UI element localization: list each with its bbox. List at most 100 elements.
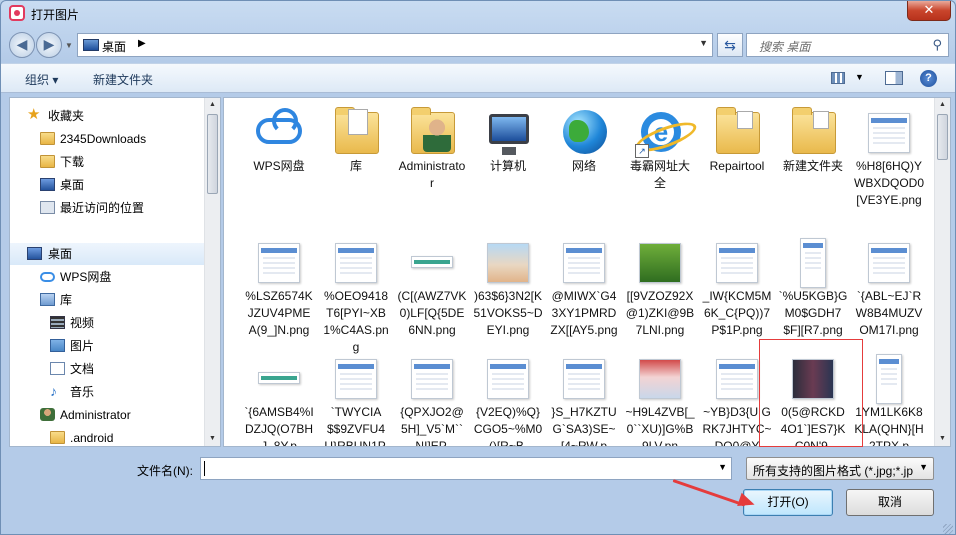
file-item[interactable]: 网络 [549,108,619,175]
image-thumbnail-icon [252,238,306,288]
view-mode-icon[interactable] [831,72,845,84]
file-name: 1YM1LK6K8KLA(QHN}[H2TPX.p [854,405,924,447]
scrollbar-thumb[interactable] [937,114,948,160]
sidebar-item[interactable]: ★ 收藏夹 [10,105,205,127]
view-dropdown-icon[interactable]: ▼ [855,72,864,82]
file-item[interactable]: 计算机 [473,108,543,175]
file-item[interactable]: }S_H7KZTUG`SA3)SE~[4~RW.p [549,354,619,447]
file-item[interactable]: %H8[6HQ)YWBXDQOD0[VE3YE.png [854,108,924,209]
file-list-scrollbar[interactable]: ▲ ▼ [934,98,950,446]
file-item[interactable]: %LSZ6574KJZUV4PMEA(9_]N.png [244,238,314,339]
sidebar-item[interactable]: .android [10,427,205,446]
back-arrow-icon[interactable]: ◀ [9,32,35,58]
open-button[interactable]: 打开(O) [743,489,833,516]
sidebar-item[interactable]: Administrator [10,404,205,426]
filename-dropdown-icon[interactable]: ▼ [718,462,727,472]
sidebar-item[interactable]: 视频 [10,312,205,334]
user-folder-icon [40,408,55,421]
file-item[interactable]: {QPXJO2@5H]_V5`M``NI]EP. [397,354,467,447]
file-item[interactable]: 库 [321,107,391,175]
search-input[interactable]: 搜索 桌面 ⚲ [746,33,949,57]
file-item[interactable]: `{6AMSB4%IDZJQ(O7BHJ_8Y.p [244,354,314,446]
cancel-button[interactable]: 取消 [846,489,934,516]
new-folder-button[interactable]: 新建文件夹 [93,71,153,88]
sidebar-item[interactable]: 库 [10,289,205,311]
file-item[interactable]: `TWYCIA$$9ZVFU4U}RBUN1P. [321,354,391,447]
file-item[interactable]: %OEO9418T6[PYI~XB1%C4AS.png [321,238,391,356]
sidebar-item-label: 视频 [70,316,95,330]
sidebar-item[interactable]: 桌面 [10,243,205,265]
file-name: %LSZ6574KJZUV4PMEA(9_]N.png [245,289,313,337]
recent-pages-dropdown-icon[interactable]: ▼ [65,41,73,50]
image-thumbnail-icon [862,354,916,404]
library-icon [40,293,55,306]
forward-arrow-icon[interactable]: ▶ [36,32,62,58]
file-name: `TWYCIA$$9ZVFU4U}RBUN1P. [324,405,388,447]
file-name: (C[(AWZ7VK0)LF[Q{5DE6NN.png [397,289,467,337]
dialog-footer: 文件名(N): ▼ 所有支持的图片格式 (*.jpg;*.jp ▼ 打开(O) … [1,449,955,534]
file-item[interactable]: Repairtool [702,107,772,175]
desktop-icon [40,178,55,191]
pictures-icon [50,339,65,352]
folder-icon [710,107,764,158]
file-item[interactable]: [[9VZOZ92X@1)ZKI@9B7LNI.png [625,238,695,339]
file-name: 网络 [571,159,596,173]
breadcrumb-chevron-icon[interactable]: ▶ [138,38,146,49]
sidebar-item[interactable]: 2345Downloads [10,128,205,150]
image-thumbnail-icon [862,108,916,158]
file-name: }S_H7KZTUG`SA3)SE~[4~RW.p [551,405,617,447]
sidebar-item[interactable]: 最近访问的位置 [10,197,205,219]
file-name: `%U5KGB}GM0$GDH7$F][R7.png [778,289,848,337]
refresh-icon[interactable]: ⇆ [717,33,743,57]
file-item[interactable]: @MIWX`G43XY1PMRDZX[[AY5.png [549,238,619,339]
scroll-up-icon[interactable]: ▲ [935,98,950,112]
file-item[interactable]: Administrator [397,107,467,192]
help-icon[interactable]: ? [920,70,937,87]
close-button[interactable]: ✕ [907,1,951,21]
file-item[interactable]: WPS网盘 [244,108,314,175]
scroll-down-icon[interactable]: ▼ [935,432,950,446]
file-item[interactable]: (C[(AWZ7VK0)LF[Q{5DE6NN.png [397,238,467,339]
file-item[interactable]: ~H9L4ZVB[_0``XU)]G%B9LV.pn [625,354,695,446]
file-item[interactable]: 1YM1LK6K8KLA(QHN}[H2TPX.p [854,354,924,447]
file-type-filter-select[interactable]: 所有支持的图片格式 (*.jpg;*.jp ▼ [746,457,934,480]
sidebar-item[interactable]: ♪ 音乐 [10,381,205,403]
sidebar-item-label: 桌面 [48,247,73,261]
sidebar-item[interactable]: WPS网盘 [10,266,205,288]
file-item[interactable]: )63$6}3N2[K51VOKS5~DEYI.png [473,238,543,339]
file-name: )63$6}3N2[K51VOKS5~DEYI.png [473,289,543,337]
image-thumbnail-icon [481,354,535,404]
filter-dropdown-icon[interactable]: ▼ [919,462,928,472]
preview-pane-icon[interactable] [885,71,903,85]
file-name: {QPXJO2@5H]_V5`M``NI]EP. [400,405,464,447]
file-name: {V2EQ)%Q}CGO5~%M0()[R~B. [473,405,543,447]
scroll-down-icon[interactable]: ▼ [205,432,220,446]
file-item[interactable]: 新建文件夹 [778,107,848,175]
address-bar[interactable]: 桌面 ▶ ▼ [77,33,713,57]
title-bar[interactable]: 打开图片 ✕ [1,1,955,27]
organize-menu-button[interactable]: 组织 ▾ [25,71,58,88]
desktop-icon [27,247,42,260]
sidebar-item[interactable]: 桌面 [10,174,205,196]
sidebar-item[interactable]: 文档 [10,358,205,380]
filename-input[interactable]: ▼ [200,457,732,480]
resize-grip-icon[interactable] [943,524,953,534]
folder-icon [50,431,65,444]
sidebar-item[interactable]: 下载 [10,151,205,173]
search-icon[interactable]: ⚲ [932,37,942,53]
file-item[interactable]: e ↗ 毒霸网址大全 [625,108,695,192]
file-item[interactable]: _IW{KCM5M6K_C{PQ))7P$1P.png [702,238,772,339]
file-item[interactable]: {V2EQ)%Q}CGO5~%M0()[R~B. [473,354,543,447]
address-dropdown-icon[interactable]: ▼ [699,38,708,48]
file-item[interactable]: `%U5KGB}GM0$GDH7$F][R7.png [778,238,848,339]
breadcrumb[interactable]: 桌面 [102,38,126,55]
file-item[interactable]: `{ABL~EJ`RW8B4MUZVOM17I.png [854,238,924,339]
sidebar-item-label: 桌面 [60,178,85,192]
sidebar-item[interactable]: 图片 [10,335,205,357]
navigation-pane-scrollbar[interactable]: ▲ ▼ [204,98,220,446]
library-icon [329,107,383,158]
scroll-up-icon[interactable]: ▲ [205,98,220,112]
scrollbar-thumb[interactable] [207,114,218,194]
star-icon: ★ [27,106,41,123]
sidebar-item-label: 下载 [60,155,85,169]
